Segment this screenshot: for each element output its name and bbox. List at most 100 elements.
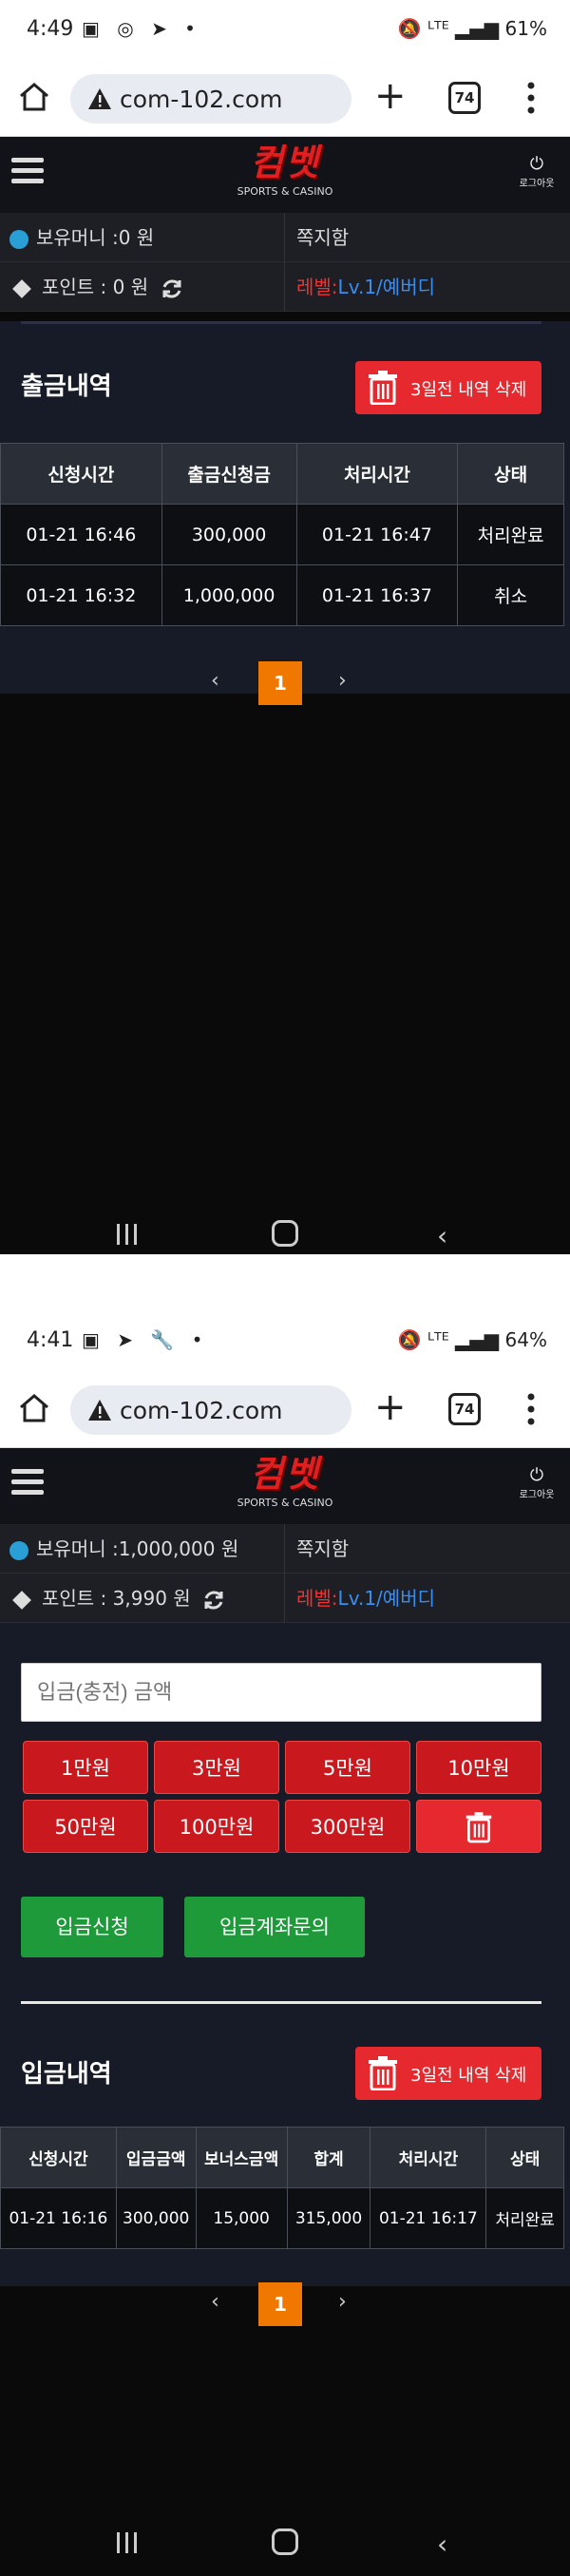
battery-text: 61% <box>504 17 547 40</box>
logo-text: 컴벳 <box>250 1453 320 1495</box>
delete-history-button[interactable]: 3일전 내역 삭제 <box>355 2047 542 2100</box>
recents-icon[interactable] <box>114 1222 141 1247</box>
col-header: 상태 <box>485 2127 564 2188</box>
table-row: 01-21 16:16 300,000 15,000 315,000 01-21… <box>0 2187 564 2249</box>
url-text: com-102.com <box>120 1397 283 1424</box>
site-header: 컴벳 SPORTS & CASINO ⏻ 로그아웃 <box>0 1448 570 1524</box>
amount-100k-button[interactable]: 10만원 <box>416 1741 542 1794</box>
screenshot-separator <box>0 1254 570 1311</box>
plus-icon[interactable]: + <box>374 74 407 118</box>
hamburger-icon[interactable] <box>11 1469 44 1498</box>
col-header: 상태 <box>457 443 564 505</box>
level-prefix: 레벨: <box>296 276 338 298</box>
amount-3m-button[interactable]: 300만원 <box>285 1800 410 1853</box>
col-header: 신청시간 <box>0 443 162 505</box>
clear-amount-button[interactable] <box>416 1800 542 1853</box>
browser-toolbar: com-102.com + 74 <box>0 1370 570 1448</box>
recents-icon[interactable] <box>114 2530 141 2555</box>
money-text: 보유머니 :1,000,000 원 <box>36 1537 239 1560</box>
power-icon: ⏻ <box>529 1465 544 1485</box>
logo-subtext: SPORTS & CASINO <box>237 185 333 198</box>
amount-500k-button[interactable]: 50만원 <box>23 1800 148 1853</box>
trash-icon <box>369 371 397 405</box>
notification-icons: ▣ ➤ 🔧 • <box>82 1328 209 1351</box>
amount-50k-button[interactable]: 5만원 <box>285 1741 410 1794</box>
cell: 취소 <box>457 564 564 626</box>
back-icon[interactable]: ‹ <box>437 1220 447 1251</box>
home-nav-icon[interactable] <box>272 1220 298 1247</box>
site-logo[interactable]: 컴벳 SPORTS & CASINO <box>232 139 338 209</box>
user-info-bar: 보유머니 :1,000,000 원 쪽지함 포인트 : 3,990 원 레벨:L… <box>0 1524 570 1623</box>
warning-icon[interactable] <box>87 86 112 111</box>
more-icon[interactable] <box>527 1391 535 1427</box>
diamond-icon <box>12 278 31 298</box>
section-title: 입금내역 <box>21 2060 112 2089</box>
col-header: 합계 <box>286 2127 371 2188</box>
logo-subtext: SPORTS & CASINO <box>237 1497 333 1509</box>
address-bar[interactable]: com-102.com <box>70 74 352 124</box>
pagination: ‹ 1 › <box>0 661 570 705</box>
delete-label: 3일전 내역 삭제 <box>410 2066 527 2086</box>
site-logo[interactable]: 컴벳 SPORTS & CASINO <box>232 1450 338 1520</box>
level-value[interactable]: Lv.1/예버디 <box>338 1587 435 1610</box>
cell: 01-21 16:32 <box>0 564 162 626</box>
cell: 01-21 16:47 <box>295 504 459 565</box>
cell: 300,000 <box>161 504 297 565</box>
point-label: 포인트 : <box>42 1587 107 1610</box>
point-label: 포인트 : <box>42 276 107 298</box>
home-icon[interactable] <box>17 80 51 114</box>
refresh-icon[interactable] <box>161 277 183 300</box>
refresh-icon[interactable] <box>202 1589 225 1612</box>
deposit-account-inquiry-button[interactable]: 입금계좌문의 <box>184 1897 365 1957</box>
deposit-apply-button[interactable]: 입금신청 <box>21 1897 163 1957</box>
battery-text: 64% <box>504 1328 547 1351</box>
col-header: 신청시간 <box>0 2127 117 2188</box>
next-page-button[interactable]: › <box>338 2290 347 2314</box>
logout-label: 로그아웃 <box>519 179 555 189</box>
col-header: 처리시간 <box>295 443 459 505</box>
amount-30k-button[interactable]: 3만원 <box>154 1741 279 1794</box>
back-icon[interactable]: ‹ <box>437 2528 447 2560</box>
home-nav-icon[interactable] <box>272 2528 298 2555</box>
deposit-amount-input[interactable] <box>21 1663 542 1722</box>
prev-page-button[interactable]: ‹ <box>211 2290 219 2314</box>
col-header: 보너스금액 <box>195 2127 288 2188</box>
withdrawal-table: 신청시간 출금신청금 처리시간 상태 01-21 16:46 300,000 0… <box>0 443 564 626</box>
warning-icon[interactable] <box>87 1398 112 1422</box>
next-page-button[interactable]: › <box>338 669 347 693</box>
address-bar[interactable]: com-102.com <box>70 1385 352 1435</box>
status-time: 4:49 <box>27 17 74 41</box>
more-icon[interactable] <box>527 80 535 116</box>
message-link[interactable]: 쪽지함 <box>296 1524 562 1574</box>
plus-icon[interactable]: + <box>374 1385 407 1429</box>
tabs-icon[interactable]: 74 <box>448 1393 481 1425</box>
cell: 01-21 16:17 <box>370 2187 487 2249</box>
home-icon[interactable] <box>17 1391 51 1425</box>
delete-history-button[interactable]: 3일전 내역 삭제 <box>355 361 542 414</box>
trash-icon <box>369 2056 397 2090</box>
coin-icon <box>10 229 28 249</box>
message-link[interactable]: 쪽지함 <box>296 213 562 262</box>
cell: 15,000 <box>195 2187 288 2249</box>
screenshot-withdrawal: 4:49 ▣ ◎ ➤ • 🔕 ᴸᵀᴱ ▂▄▆ 61% com-102.com +… <box>0 0 570 1268</box>
prev-page-button[interactable]: ‹ <box>211 669 219 693</box>
page-1-button[interactable]: 1 <box>258 2282 302 2326</box>
cell: 처리완료 <box>457 504 564 565</box>
page-1-button[interactable]: 1 <box>258 661 302 705</box>
logo-text: 컴벳 <box>250 142 320 183</box>
status-bar: 4:41 ▣ ➤ 🔧 • 🔕 ᴸᵀᴱ ▂▄▆ 64% <box>0 1311 570 1370</box>
col-header: 처리시간 <box>370 2127 487 2188</box>
cell: 01-21 16:37 <box>295 564 459 626</box>
cell: 처리완료 <box>485 2187 564 2249</box>
hamburger-icon[interactable] <box>11 158 44 186</box>
tabs-icon[interactable]: 74 <box>448 82 481 114</box>
notification-icons: ▣ ◎ ➤ • <box>82 17 201 40</box>
level-value[interactable]: Lv.1/예버디 <box>338 276 435 298</box>
cell: 315,000 <box>286 2187 371 2249</box>
amount-1m-button[interactable]: 100만원 <box>154 1800 279 1853</box>
browser-toolbar: com-102.com + 74 <box>0 59 570 137</box>
amount-10k-button[interactable]: 1만원 <box>23 1741 148 1794</box>
logout-button[interactable]: ⏻ 로그아웃 <box>511 1465 562 1505</box>
logout-button[interactable]: ⏻ 로그아웃 <box>511 154 562 194</box>
deposit-panel: 1만원 3만원 5만원 10만원 50만원 100만원 300만원 입금신청 입… <box>0 1623 570 2326</box>
